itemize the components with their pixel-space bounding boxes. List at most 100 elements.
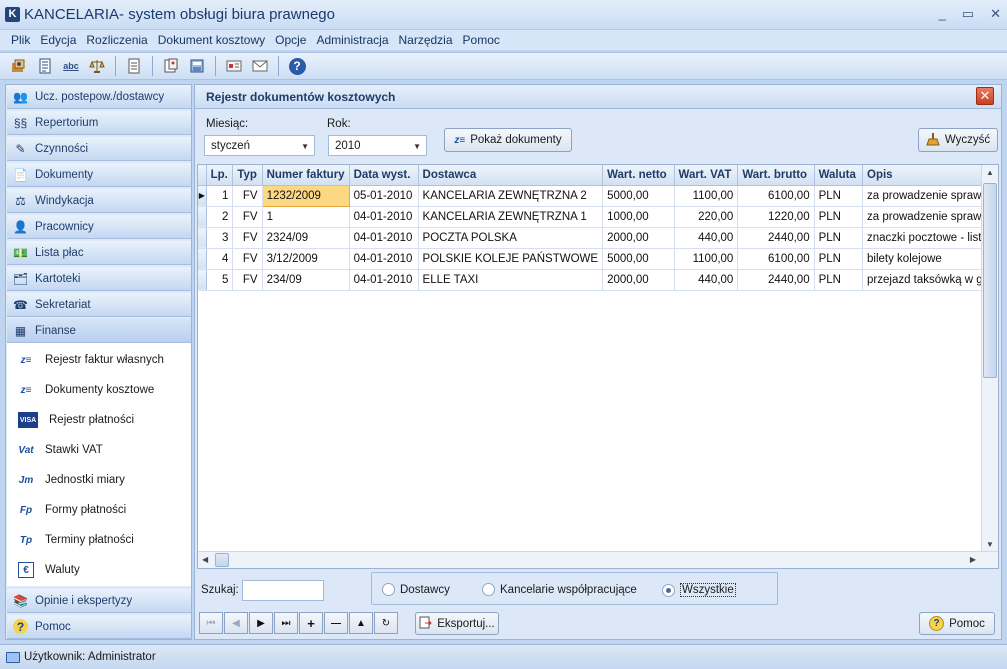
column-header-wart-vat[interactable]: Wart. VAT: [674, 165, 739, 186]
column-header-wart-brutto[interactable]: Wart. brutto: [737, 165, 815, 186]
refresh-button[interactable]: ↻: [374, 612, 398, 634]
radio-wszystkie[interactable]: Wszystkie: [662, 583, 736, 597]
sidebar-item-lista-plac[interactable]: 💵 Lista płac: [7, 241, 191, 265]
cell-data: 04-01-2010: [349, 269, 419, 291]
scroll-down-icon[interactable]: ▼: [986, 540, 994, 549]
sidebar-sub-jednostki-miary[interactable]: Jm Jednostki miary: [7, 465, 191, 495]
column-header-waluta[interactable]: Waluta: [814, 165, 864, 186]
sidebar-item-finanse[interactable]: ▦ Finanse: [7, 319, 191, 343]
sidebar-item-czynnosci[interactable]: ✎ Czynności: [7, 137, 191, 161]
report-icon[interactable]: [160, 55, 182, 77]
column-header-data-wyst[interactable]: Data wyst.: [349, 165, 419, 186]
last-record-button[interactable]: ⏭: [274, 612, 298, 634]
maximize-button[interactable]: ▭: [962, 6, 974, 22]
repertorium-icon[interactable]: [34, 55, 56, 77]
edit-record-button[interactable]: ▲: [349, 612, 373, 634]
clear-button[interactable]: Wyczyść: [918, 128, 998, 152]
sidebar-item-dokumenty[interactable]: 📄 Dokumenty: [7, 163, 191, 187]
sidebar-sub-rejestr-faktur[interactable]: z≡ Rejestr faktur własnych: [7, 345, 191, 375]
contacts-icon[interactable]: [8, 55, 30, 77]
sidebar-sub-dokumenty-kosztowe[interactable]: z≡ Dokumenty kosztowe: [7, 375, 191, 405]
year-select[interactable]: 2010 ▼: [328, 135, 427, 156]
column-header-opis[interactable]: Opis: [862, 165, 998, 186]
payroll-icon: 💵: [13, 245, 28, 260]
cell-lp: 2: [206, 206, 234, 228]
horizontal-scroll-thumb[interactable]: [215, 553, 229, 567]
cell-brutto: 6100,00: [737, 185, 815, 207]
menu-opcje[interactable]: Opcje: [270, 30, 311, 50]
menu-narzedzia[interactable]: Narzędzia: [394, 30, 458, 50]
horizontal-scrollbar[interactable]: ◀ ▶: [198, 551, 998, 568]
menu-administracja[interactable]: Administracja: [311, 30, 393, 50]
sidebar-item-pomoc[interactable]: ? Pomoc: [7, 615, 191, 639]
row-header: [198, 227, 207, 249]
show-documents-button[interactable]: z≡ Pokaż dokumenty: [444, 128, 572, 152]
cell-numer-faktury[interactable]: 1: [262, 206, 350, 228]
sidebar-sub-stawki-vat[interactable]: Vat Stawki VAT: [7, 435, 191, 465]
export-button[interactable]: Eksportuj...: [415, 612, 499, 635]
sidebar-item-sekretariat[interactable]: ☎ Sekretariat: [7, 293, 191, 317]
first-record-button[interactable]: ⏮: [199, 612, 223, 634]
menu-dokument-kosztowy[interactable]: Dokument kosztowy: [153, 30, 270, 50]
sidebar-item-repertorium[interactable]: §§ Repertorium: [7, 111, 191, 135]
close-panel-button[interactable]: ✕: [976, 87, 994, 105]
mail-icon[interactable]: [249, 55, 271, 77]
month-select[interactable]: styczeń ▼: [204, 135, 315, 156]
sidebar-sub-waluty[interactable]: € Waluty: [7, 555, 191, 585]
cell-numer-faktury[interactable]: 2324/09: [262, 227, 350, 249]
help-icon[interactable]: ?: [286, 55, 308, 77]
spellcheck-icon[interactable]: abc: [60, 55, 82, 77]
next-record-button[interactable]: ▶: [249, 612, 273, 634]
sidebar-item-windykacja[interactable]: ⚖ Windykacja: [7, 189, 191, 213]
radio-kancelarie[interactable]: Kancelarie współpracujące: [482, 583, 637, 596]
menu-edycja[interactable]: Edycja: [35, 30, 81, 50]
table-row[interactable]: ▶ 1 FV 1232/2009 05-01-2010 KANCELARIA Z…: [198, 184, 998, 207]
document-icon[interactable]: [123, 55, 145, 77]
table-row[interactable]: 3 FV 2324/09 04-01-2010 POCZTA POLSKA 20…: [198, 227, 998, 249]
sidebar-sub-formy-platnosci[interactable]: Fp Formy płatności: [7, 495, 191, 525]
scales-icon[interactable]: [86, 55, 108, 77]
column-header-numer-faktury[interactable]: Numer faktury: [262, 165, 350, 186]
sidebar-item-ucz-postepow[interactable]: 👥 Ucz. postepow./dostawcy: [7, 85, 191, 109]
vertical-scrollbar[interactable]: ▲ ▼: [981, 165, 998, 552]
sidebar-sub-rejestr-platnosci[interactable]: VISA Rejestr płatności: [7, 405, 191, 435]
scroll-right-icon[interactable]: ▶: [970, 555, 976, 564]
scroll-up-icon[interactable]: ▲: [986, 168, 994, 177]
table-row[interactable]: 4 FV 3/12/2009 04-01-2010 POLSKIE KOLEJE…: [198, 248, 998, 270]
vertical-scroll-thumb[interactable]: [983, 183, 997, 378]
scroll-left-icon[interactable]: ◀: [202, 555, 208, 564]
sidebar-item-kartoteki[interactable]: 🗂 Kartoteki: [7, 267, 191, 291]
toolbar: abc ?: [0, 52, 1007, 80]
menu-bar: Plik Edycja Rozliczenia Dokument kosztow…: [0, 30, 1007, 50]
column-header-dostawca[interactable]: Dostawca: [418, 165, 604, 186]
table-row[interactable]: 2 FV 1 04-01-2010 KANCELARIA ZEWNĘTRZNA …: [198, 206, 998, 228]
sidebar-item-pracownicy[interactable]: 👤 Pracownicy: [7, 215, 191, 239]
close-window-button[interactable]: ✕: [990, 6, 1001, 22]
column-header-wart-netto[interactable]: Wart. netto: [602, 165, 675, 186]
delete-record-button[interactable]: —: [324, 612, 348, 634]
card-icon[interactable]: [223, 55, 245, 77]
column-header-lp[interactable]: Lp.: [206, 165, 234, 186]
search-input[interactable]: [242, 580, 324, 601]
radio-dostawcy[interactable]: Dostawcy: [382, 583, 450, 596]
previous-record-button[interactable]: ◀: [224, 612, 248, 634]
table-row[interactable]: 5 FV 234/09 04-01-2010 ELLE TAXI 2000,00…: [198, 269, 998, 291]
add-record-button[interactable]: +: [299, 612, 323, 634]
help-button[interactable]: ? Pomoc: [919, 612, 995, 635]
cell-numer-faktury[interactable]: 234/09: [262, 269, 350, 291]
minimize-button[interactable]: _: [939, 6, 946, 22]
documents-table: Lp. Typ Numer faktury Data wyst. Dostawc…: [198, 165, 998, 291]
sidebar-item-opinie[interactable]: 📚 Opinie i ekspertyzy: [7, 589, 191, 613]
sidebar-sub-terminy-platnosci[interactable]: Tp Terminy płatności: [7, 525, 191, 555]
menu-rozliczenia[interactable]: Rozliczenia: [81, 30, 152, 50]
column-header-typ[interactable]: Typ: [232, 165, 263, 186]
cell-typ: FV: [232, 248, 263, 270]
cell-numer-faktury[interactable]: 1232/2009: [261, 184, 350, 207]
invoice-register-icon: z≡: [20, 354, 32, 366]
cell-waluta: PLN: [814, 248, 864, 270]
menu-plik[interactable]: Plik: [6, 30, 35, 50]
cell-numer-faktury[interactable]: 3/12/2009: [262, 248, 350, 270]
calculator-icon[interactable]: [186, 55, 208, 77]
people-icon: 👥: [13, 89, 28, 104]
menu-pomoc[interactable]: Pomoc: [458, 30, 505, 50]
